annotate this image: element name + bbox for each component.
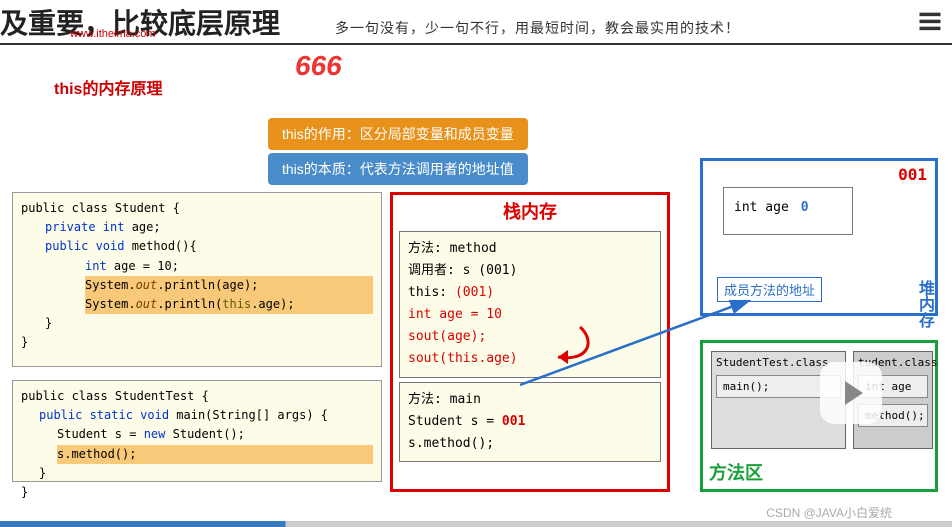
frame-text: this: xyxy=(408,285,455,300)
code-line: public class Student { xyxy=(21,199,373,218)
frame-line: 方法: main xyxy=(408,389,652,411)
stack-title: 栈内存 xyxy=(393,195,667,227)
code-line: s.method(); xyxy=(57,445,373,464)
frame-line: int age = 10 xyxy=(408,304,652,326)
frame-addr: (001) xyxy=(455,285,494,300)
field-value: 0 xyxy=(801,200,809,215)
play-button[interactable] xyxy=(820,362,882,424)
code-student: public class Student { private int age; … xyxy=(12,192,382,367)
code-text: .age); xyxy=(251,297,294,311)
frame-line: 调用者: s (001) xyxy=(408,260,652,282)
field-name: int age xyxy=(734,200,789,215)
tag-this-essence: this的本质：代表方法调用者的地址值 xyxy=(268,153,528,185)
heap-memory: 001 int age 0 成员方法的地址 xyxy=(700,158,938,316)
code-kw: this xyxy=(222,297,251,311)
code-line: } xyxy=(21,333,373,352)
section-title: this的内存原理 xyxy=(54,75,162,99)
frame-line: sout(age); xyxy=(408,326,652,348)
heap-label: 堆内存 xyxy=(912,280,936,328)
code-line: } xyxy=(21,314,373,333)
code-line: public class StudentTest { xyxy=(21,387,373,406)
stack-frame-main: 方法: main Student s = 001 s.method(); xyxy=(399,382,661,462)
method-area: StudentTest.class main(); tudent.class i… xyxy=(700,340,938,492)
code-text: Student(); xyxy=(165,427,244,441)
code-text: System. xyxy=(85,278,136,292)
header: 及重要，比较底层原理 www.itheima.com 多一句没有，少一句不行，用… xyxy=(0,0,952,45)
method-area-label: 方法区 xyxy=(709,459,763,485)
code-line: } xyxy=(21,464,373,483)
code-text: .println( xyxy=(157,297,222,311)
code-line: } xyxy=(21,483,373,502)
slogan: 多一句没有，少一句不行，用最短时间，教会最实用的技术！ xyxy=(335,18,740,38)
code-kw: out xyxy=(136,297,158,311)
stack-frame-method: 方法: method 调用者: s (001) this: (001) int … xyxy=(399,231,661,378)
tag-this-role: this的作用：区分局部变量和成员变量 xyxy=(268,118,528,150)
watermark: CSDN @JAVA小白爱统 xyxy=(766,504,892,521)
frame-line: 方法: method xyxy=(408,238,652,260)
heap-object: int age 0 xyxy=(723,187,853,235)
heap-address: 001 xyxy=(898,165,927,184)
code-studenttest: public class StudentTest { public static… xyxy=(12,380,382,482)
frame-addr: 001 xyxy=(502,414,525,429)
code-kw: new xyxy=(144,427,166,441)
menu-icon xyxy=(916,8,944,36)
code-text: Student s = xyxy=(57,427,144,441)
code-text: .println(age); xyxy=(157,278,258,292)
frame-line: sout(this.age) xyxy=(408,348,652,370)
frame-line: s.method(); xyxy=(408,433,652,455)
code-kw: out xyxy=(136,278,158,292)
frame-text: Student s = xyxy=(408,414,502,429)
stack-memory: 栈内存 方法: method 调用者: s (001) this: (001) … xyxy=(390,192,670,492)
progress-bar[interactable] xyxy=(0,521,952,527)
code-text: System. xyxy=(85,297,136,311)
bullet-comment: 666 xyxy=(295,50,342,82)
heap-method-addr: 成员方法的地址 xyxy=(717,277,822,302)
brand-url: www.itheima.com xyxy=(70,28,156,40)
